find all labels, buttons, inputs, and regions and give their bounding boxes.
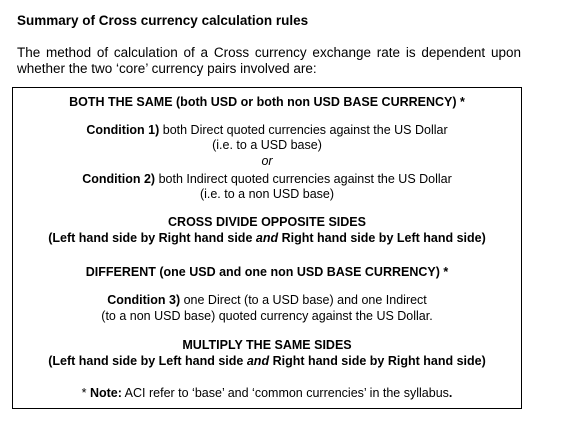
rule-2-detail: (Left hand side by Left hand side and Ri… [13,354,521,369]
condition-2-label: Condition 2) [82,172,156,186]
footnote-label: Note: [89,386,122,400]
condition-1: Condition 1) both Direct quoted currenci… [13,123,521,138]
rule-2-part-1: (Left hand side by Left hand side [48,354,247,368]
rule-1-title: CROSS DIVIDE OPPOSITE SIDES [168,215,366,229]
rule-2-and: and [246,354,270,368]
condition-1-label: Condition 1) [86,123,160,137]
condition-3: Condition 3) one Direct (to a USD base) … [13,293,521,308]
footnote: * Note: ACI refer to ‘base’ and ‘common … [13,386,521,401]
different-title: DIFFERENT (one USD and one non USD BASE … [85,265,449,279]
condition-3-text: one Direct (to a USD base) and one Indir… [180,293,427,307]
condition-1-text: both Direct quoted currencies against th… [159,123,448,137]
footnote-star: * [81,386,90,400]
rule-1-and: and [255,231,279,245]
condition-1-sub: (i.e. to a USD base) [212,138,322,152]
intro-paragraph: The method of calculation of a Cross cur… [17,45,521,76]
document-heading: Summary of Cross currency calculation ru… [17,13,309,28]
rule-2-title: MULTIPLY THE SAME SIDES [182,338,352,352]
condition-3-label: Condition 3) [107,293,181,307]
condition-2-text: both Indirect quoted currencies against … [155,172,452,186]
footnote-end: . [448,386,453,400]
rule-1-part-2: Right hand side by Left hand side) [278,231,486,245]
condition-2-sub: (i.e. to a non USD base) [199,187,335,201]
footnote-text: ACI refer to ‘base’ and ‘common currenci… [121,386,449,400]
or-text: or [261,154,273,168]
rule-1-detail: (Left hand side by Right hand side and R… [13,231,521,246]
document-page: Summary of Cross currency calculation ru… [0,0,572,425]
condition-2: Condition 2) both Indirect quoted curren… [13,172,521,187]
rules-box: BOTH THE SAME (both USD or both non USD … [12,87,522,409]
rule-2-part-2: Right hand side by Right hand side) [269,354,486,368]
condition-3-sub: (to a non USD base) quoted currency agai… [101,309,433,323]
rule-1-part-1: (Left hand side by Right hand side [48,231,256,245]
same-title: BOTH THE SAME (both USD or both non USD … [69,95,465,109]
